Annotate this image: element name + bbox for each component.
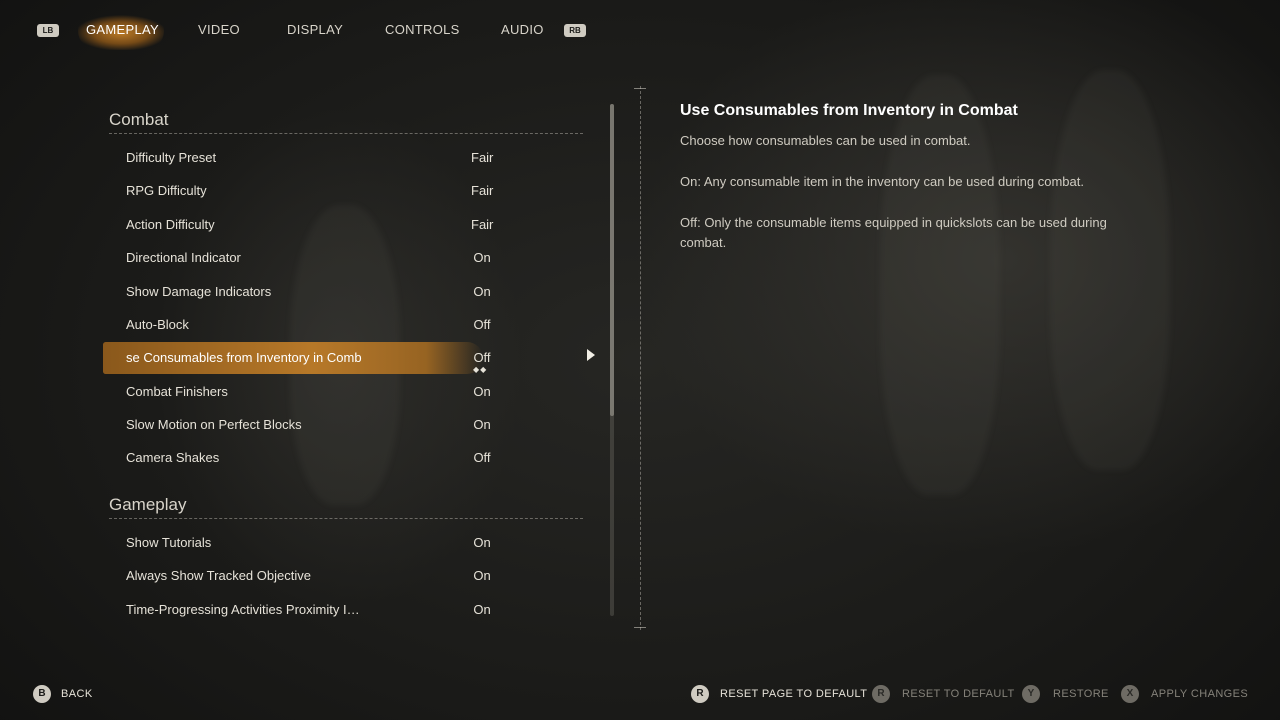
settings-scrollbar[interactable] [610, 104, 614, 616]
right-bumper-icon[interactable]: RB [564, 24, 586, 37]
setting-label: se Consumables from Inventory in Comb [126, 350, 362, 365]
y-button-icon: Y [1022, 685, 1040, 703]
setting-label: Time-Progressing Activities Proximity I… [126, 602, 360, 617]
setting-row-combat-finishers[interactable]: Combat Finishers On [109, 376, 589, 408]
setting-row-camera-shakes[interactable]: Camera Shakes Off [109, 442, 589, 474]
setting-value: On [473, 384, 491, 399]
back-button[interactable]: BACK [61, 688, 93, 700]
panel-divider [640, 86, 641, 630]
setting-value: On [473, 602, 491, 617]
description-paragraph: On: Any consumable item in the inventory… [680, 174, 1084, 189]
reset-page-to-default-button[interactable]: RESET PAGE TO DEFAULT [720, 688, 867, 700]
setting-label: Show Damage Indicators [126, 284, 272, 299]
setting-row-directional-indicator[interactable]: Directional Indicator On [109, 242, 589, 274]
b-button-icon: B [33, 685, 51, 703]
right-stick-icon-dim: R [872, 685, 890, 703]
setting-value: Off [473, 350, 491, 365]
setting-row-action-difficulty[interactable]: Action Difficulty Fair [109, 209, 589, 241]
setting-value: On [473, 568, 491, 583]
right-stick-icon: R [691, 685, 709, 703]
restore-button[interactable]: RESTORE [1053, 688, 1109, 700]
setting-label: Auto-Block [126, 317, 189, 332]
setting-value: Fair [471, 150, 494, 165]
option-indicator-dots: ◆◆ [473, 365, 488, 374]
setting-label: Show Tutorials [126, 535, 212, 550]
settings-tab-bar: LB GAMEPLAY VIDEO DISPLAY CONTROLS AUDIO… [0, 0, 1280, 60]
setting-row-use-consumables-selected[interactable]: se Consumables from Inventory in Comb Of… [103, 342, 595, 374]
setting-label: Combat Finishers [126, 384, 228, 399]
setting-value: Off [473, 450, 491, 465]
tab-controls[interactable]: CONTROLS [385, 22, 460, 37]
setting-value: Fair [471, 217, 494, 232]
setting-label: Always Show Tracked Objective [126, 568, 311, 583]
setting-row-always-show-tracked-objective[interactable]: Always Show Tracked Objective On [109, 560, 589, 592]
setting-label: Slow Motion on Perfect Blocks [126, 417, 302, 432]
setting-value: Fair [471, 183, 494, 198]
description-paragraph: Off: Only the consumable items equipped … [680, 215, 1107, 250]
setting-row-show-tutorials[interactable]: Show Tutorials On [109, 527, 589, 559]
scrollbar-thumb[interactable] [610, 104, 614, 416]
description-paragraph: Choose how consumables can be used in co… [680, 133, 971, 148]
section-divider [109, 133, 583, 134]
setting-row-show-damage-indicators[interactable]: Show Damage Indicators On [109, 276, 589, 308]
divider-cap-bottom [634, 627, 646, 628]
setting-row-rpg-difficulty[interactable]: RPG Difficulty Fair [109, 175, 589, 207]
left-bumper-icon[interactable]: LB [37, 24, 59, 37]
setting-label: Difficulty Preset [126, 150, 217, 165]
setting-row-slow-motion-perfect-blocks[interactable]: Slow Motion on Perfect Blocks On [109, 409, 589, 441]
divider-cap-top [634, 88, 646, 89]
setting-row-difficulty-preset[interactable]: Difficulty Preset Fair [109, 142, 589, 174]
section-header-combat: Combat [109, 110, 169, 129]
setting-value: On [473, 250, 491, 265]
tab-display[interactable]: DISPLAY [287, 22, 343, 37]
setting-value: On [473, 284, 491, 299]
setting-label: Action Difficulty [126, 217, 215, 232]
setting-label: Camera Shakes [126, 450, 220, 465]
setting-value: On [473, 535, 491, 550]
setting-value: On [473, 417, 491, 432]
setting-label: RPG Difficulty [126, 183, 207, 198]
tab-audio[interactable]: AUDIO [501, 22, 544, 37]
setting-row-auto-block[interactable]: Auto-Block Off [109, 309, 589, 341]
setting-value: Off [473, 317, 491, 332]
tab-gameplay[interactable]: GAMEPLAY [86, 22, 159, 37]
section-divider [109, 518, 583, 519]
tab-video[interactable]: VIDEO [198, 22, 240, 37]
apply-changes-button[interactable]: APPLY CHANGES [1151, 688, 1248, 700]
arrow-right-icon[interactable] [587, 349, 595, 361]
section-header-gameplay: Gameplay [109, 495, 187, 514]
reset-to-default-button[interactable]: RESET TO DEFAULT [902, 688, 1015, 700]
setting-row-time-progressing-activities[interactable]: Time-Progressing Activities Proximity I…… [109, 594, 589, 626]
x-button-icon: X [1121, 685, 1139, 703]
setting-label: Directional Indicator [126, 250, 241, 265]
description-title: Use Consumables from Inventory in Combat [680, 102, 1018, 119]
background-figure-right-b [1050, 70, 1170, 470]
